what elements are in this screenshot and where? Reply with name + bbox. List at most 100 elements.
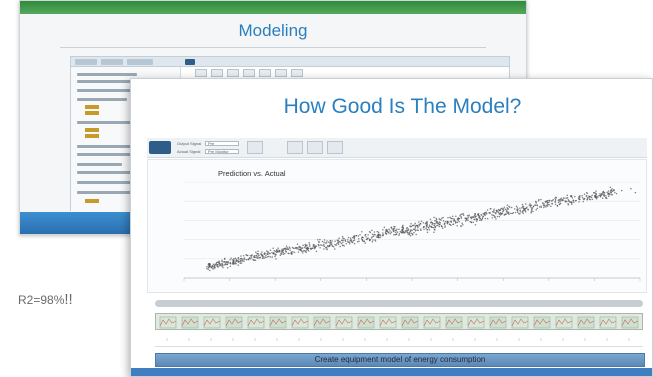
data-point bbox=[286, 246, 288, 249]
data-point bbox=[418, 223, 420, 225]
toolbar-button[interactable] bbox=[211, 69, 223, 77]
scatter-plot-icon[interactable] bbox=[287, 141, 303, 154]
data-point bbox=[389, 232, 392, 235]
data-point bbox=[452, 223, 455, 226]
app-tab[interactable] bbox=[75, 59, 97, 65]
data-point bbox=[451, 215, 454, 218]
data-point bbox=[434, 219, 436, 222]
data-point bbox=[544, 200, 547, 203]
data-point bbox=[382, 232, 384, 234]
data-point bbox=[376, 230, 379, 233]
data-point bbox=[607, 190, 610, 192]
data-point bbox=[295, 246, 297, 249]
data-point bbox=[456, 221, 459, 224]
data-point bbox=[353, 235, 356, 237]
data-point bbox=[323, 241, 325, 243]
app-tab[interactable] bbox=[127, 59, 153, 65]
data-point bbox=[326, 248, 328, 251]
data-point bbox=[554, 198, 557, 201]
data-point bbox=[607, 195, 610, 198]
data-point bbox=[594, 195, 596, 197]
data-point bbox=[234, 261, 237, 263]
app-menu-button[interactable] bbox=[149, 141, 171, 154]
data-point bbox=[394, 231, 397, 234]
data-point bbox=[341, 235, 344, 238]
data-point bbox=[291, 253, 293, 255]
data-point bbox=[458, 220, 460, 223]
data-point bbox=[350, 238, 352, 241]
toolbar-button[interactable] bbox=[291, 69, 303, 77]
data-point bbox=[407, 233, 409, 236]
data-point bbox=[214, 267, 216, 269]
data-point bbox=[222, 263, 224, 266]
toolbar-button[interactable] bbox=[259, 69, 271, 77]
data-point bbox=[401, 225, 404, 228]
data-point bbox=[417, 226, 419, 229]
data-point bbox=[265, 250, 268, 252]
data-point bbox=[396, 231, 399, 233]
data-point bbox=[402, 232, 404, 234]
data-point bbox=[218, 263, 221, 265]
data-point bbox=[609, 186, 612, 188]
overview-strip[interactable] bbox=[155, 313, 643, 330]
data-point bbox=[585, 191, 588, 194]
data-point bbox=[409, 230, 412, 232]
refresh-icon[interactable] bbox=[247, 141, 263, 154]
data-point bbox=[306, 244, 308, 246]
data-point bbox=[603, 192, 606, 194]
data-point bbox=[519, 212, 521, 215]
data-point bbox=[578, 196, 581, 199]
data-point bbox=[522, 212, 525, 214]
data-point bbox=[588, 198, 591, 200]
data-point bbox=[351, 241, 354, 244]
data-point bbox=[349, 237, 352, 239]
data-point bbox=[468, 215, 470, 217]
data-point bbox=[420, 220, 423, 223]
data-point bbox=[452, 217, 454, 220]
data-point bbox=[503, 206, 506, 208]
data-point bbox=[434, 226, 437, 229]
data-point bbox=[352, 239, 355, 242]
data-point bbox=[602, 192, 604, 195]
sidebar-chip bbox=[85, 111, 99, 115]
data-point bbox=[281, 250, 283, 253]
data-point bbox=[427, 226, 430, 229]
data-point bbox=[485, 211, 487, 214]
data-point bbox=[237, 260, 239, 263]
data-point bbox=[531, 208, 533, 211]
output-signal-label: Output Signal bbox=[177, 141, 202, 146]
app-tab[interactable] bbox=[101, 59, 123, 65]
data-point bbox=[440, 219, 442, 221]
data-point bbox=[519, 207, 521, 209]
zoom-icon[interactable] bbox=[307, 141, 323, 154]
data-point bbox=[342, 241, 344, 244]
data-point bbox=[284, 248, 286, 250]
timeline-scrollbar[interactable] bbox=[155, 300, 643, 307]
toolbar-button[interactable] bbox=[227, 69, 239, 77]
data-point bbox=[319, 244, 321, 246]
data-point bbox=[357, 235, 360, 237]
data-point bbox=[313, 244, 315, 246]
data-point bbox=[432, 226, 435, 229]
data-point bbox=[501, 212, 504, 214]
data-point bbox=[479, 219, 481, 222]
data-point bbox=[406, 231, 409, 234]
data-point bbox=[493, 208, 495, 210]
data-point bbox=[289, 249, 291, 252]
data-point bbox=[460, 225, 462, 228]
app-tab-active[interactable] bbox=[185, 59, 195, 65]
data-point bbox=[412, 228, 415, 231]
toolbar-button[interactable] bbox=[275, 69, 287, 77]
data-point bbox=[392, 228, 395, 231]
toolbar-button[interactable] bbox=[243, 69, 255, 77]
data-point bbox=[287, 248, 289, 250]
toolbar-button[interactable] bbox=[195, 69, 207, 77]
data-point bbox=[411, 229, 413, 232]
data-point bbox=[434, 229, 436, 231]
data-point bbox=[395, 233, 398, 236]
data-point bbox=[339, 245, 341, 248]
data-point bbox=[449, 216, 451, 218]
data-point bbox=[543, 206, 545, 209]
sidebar-chip bbox=[85, 128, 99, 132]
export-icon[interactable] bbox=[327, 141, 343, 154]
